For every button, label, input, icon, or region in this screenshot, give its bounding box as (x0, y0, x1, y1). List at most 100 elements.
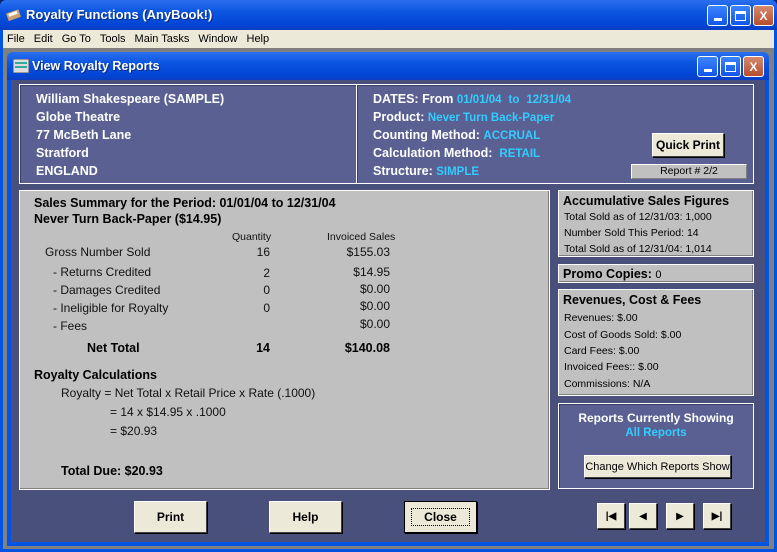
first-record-button[interactable]: |◀ (597, 503, 625, 529)
summary-title: Sales Summary for the Period: 01/01/04 t… (34, 196, 336, 210)
royalty-calc-title: Royalty Calculations (34, 368, 157, 382)
menu-bar: File Edit Go To Tools Main Tasks Window … (3, 30, 774, 48)
promo-copies-panel: Promo Copies: 0 (558, 264, 754, 283)
promo-value: 0 (655, 269, 662, 281)
row-label: - Returns Credited (53, 265, 152, 279)
help-button[interactable]: Help (269, 501, 342, 533)
calc-value: RETAIL (499, 148, 541, 160)
address-line: ENGLAND (36, 164, 98, 178)
window-title: View Royalty Reports (32, 59, 160, 73)
reports-showing-title: Reports Currently Showing (578, 411, 734, 425)
menu-goto[interactable]: Go To (58, 33, 96, 45)
minimize-button[interactable] (707, 5, 728, 26)
revenue-item: Cost of Goods Sold: $.00 (564, 329, 682, 341)
report-number: Report # 2/2 (631, 164, 747, 179)
child-close-button[interactable]: X (743, 56, 764, 77)
calc-row: Calculation Method: RETAIL (373, 146, 540, 160)
royalty-formula-values: = 14 x $14.95 x .1000 (110, 405, 226, 419)
sales-summary-panel: Sales Summary for the Period: 01/01/04 t… (19, 190, 550, 490)
revenue-item: Commissions: N/A (564, 378, 651, 390)
prev-record-button[interactable]: ◀ (629, 503, 657, 529)
change-reports-button[interactable]: Change Which Reports Show (584, 455, 731, 478)
row-sales: $0.00 (359, 282, 390, 296)
address-line: 77 McBeth Lane (36, 128, 132, 142)
menu-edit[interactable]: Edit (30, 33, 58, 45)
quick-print-button[interactable]: Quick Print (652, 133, 724, 157)
next-icon: ▶ (676, 510, 684, 522)
row-label: - Damages Credited (53, 283, 161, 297)
child-minimize-button[interactable] (697, 56, 718, 77)
menu-main-tasks[interactable]: Main Tasks (131, 33, 195, 45)
report-window-icon (13, 59, 29, 73)
app-window: Royalty Functions (AnyBook!) X File Edit… (0, 0, 777, 552)
date-from: 01/01/04 (456, 94, 502, 106)
dates-row: DATES: From 01/01/04 to 12/31/04 (373, 92, 571, 106)
menu-window[interactable]: Window (194, 33, 242, 45)
row-qty: 16 (256, 245, 270, 259)
row-qty: 0 (263, 301, 270, 315)
row-label: Gross Number Sold (45, 245, 151, 259)
revenues-panel: Revenues, Cost & Fees Revenues: $.00 Cos… (558, 289, 754, 396)
author-name: William Shakespeare (SAMPLE) (36, 92, 225, 106)
col-quantity: Quantity (232, 231, 272, 243)
structure-row: Structure: SIMPLE (373, 164, 479, 178)
row-label: - Ineligible for Royalty (53, 301, 169, 315)
net-total-qty: 14 (256, 341, 270, 355)
close-button[interactable]: Close (404, 501, 477, 533)
calc-label: Calculation Method: (373, 146, 493, 160)
accum-title: Accumulative Sales Figures (563, 194, 730, 208)
app-titlebar: Royalty Functions (AnyBook!) X (0, 0, 777, 30)
menu-help[interactable]: Help (243, 33, 275, 45)
revenue-item: Revenues: $.00 (564, 312, 638, 324)
royalty-formula: Royalty = Net Total x Retail Price x Rat… (61, 386, 316, 400)
revenue-item: Card Fees: $.00 (564, 345, 640, 357)
minimize-icon (703, 69, 712, 72)
author-address-panel: William Shakespeare (SAMPLE) Globe Theat… (19, 84, 358, 184)
accum-item: Number Sold This Period: 14 (564, 227, 699, 239)
maximize-button[interactable] (730, 5, 751, 26)
menu-tools[interactable]: Tools (96, 33, 131, 45)
close-icon: X (759, 8, 768, 23)
revenues-title: Revenues, Cost & Fees (563, 293, 702, 307)
minimize-icon (713, 18, 722, 21)
next-record-button[interactable]: ▶ (666, 503, 694, 529)
menu-file[interactable]: File (3, 33, 30, 45)
first-icon: |◀ (605, 510, 617, 522)
child-titlebar: View Royalty Reports X (7, 52, 769, 80)
accum-item: Total Sold as of 12/31/04: 1,014 (564, 243, 712, 255)
print-button[interactable]: Print (134, 501, 207, 533)
maximize-icon (735, 10, 746, 21)
to-label: to (508, 94, 520, 106)
reports-showing-value: All Reports (625, 427, 687, 439)
col-invoiced-sales: Invoiced Sales (327, 231, 396, 243)
window-body: William Shakespeare (SAMPLE) Globe Theat… (11, 80, 765, 542)
app-title: Royalty Functions (AnyBook!) (26, 7, 213, 22)
close-icon: X (749, 59, 758, 74)
row-sales: $0.00 (359, 317, 390, 331)
promo-label: Promo Copies: (563, 267, 652, 281)
net-total-label: Net Total (87, 341, 140, 355)
product-label: Product: (373, 110, 425, 124)
book-app-icon (6, 9, 22, 21)
row-sales: $14.95 (353, 265, 390, 279)
product-value: Never Turn Back-Paper (427, 112, 555, 124)
promo-row: Promo Copies: 0 (563, 267, 662, 281)
close-window-button[interactable]: X (753, 5, 774, 26)
prev-icon: ◀ (639, 510, 647, 522)
summary-product: Never Turn Back-Paper ($14.95) (34, 212, 222, 226)
accum-item: Total Sold as of 12/31/03: 1,000 (564, 211, 712, 223)
child-maximize-button[interactable] (720, 56, 741, 77)
row-qty: 0 (263, 283, 270, 297)
mdi-area: View Royalty Reports X William Shakespea… (3, 48, 774, 549)
reports-showing-panel: Reports Currently Showing All Reports Ch… (558, 403, 754, 489)
counting-label: Counting Method: (373, 128, 480, 142)
view-royalty-reports-window: View Royalty Reports X William Shakespea… (7, 52, 769, 546)
royalty-result: = $20.93 (110, 424, 158, 438)
address-line: Globe Theatre (36, 110, 121, 124)
last-icon: ▶| (711, 510, 723, 522)
report-info-panel: DATES: From 01/01/04 to 12/31/04 Product… (356, 84, 754, 184)
revenue-item: Invoiced Fees:: $.00 (564, 361, 659, 373)
dates-label: DATES: From (373, 92, 454, 106)
last-record-button[interactable]: ▶| (703, 503, 731, 529)
structure-label: Structure: (373, 164, 433, 178)
